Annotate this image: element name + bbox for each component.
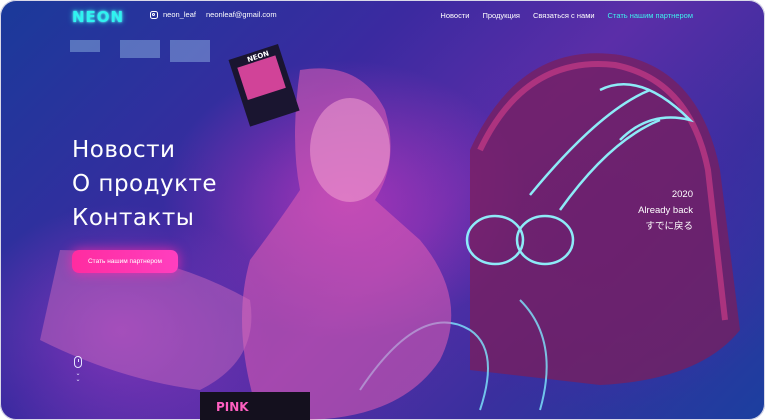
book-prop: NEON [228, 43, 300, 127]
hero-menu: Новости О продукте Контакты [72, 133, 217, 235]
nav-contact[interactable]: Связаться с нами [533, 11, 595, 20]
email-link[interactable]: neonleaf@gmail.com [206, 10, 277, 19]
person-figure [40, 68, 452, 420]
nav-news[interactable]: Новости [440, 11, 469, 20]
logo[interactable]: NEON [72, 8, 124, 26]
nav-products[interactable]: Продукция [482, 11, 520, 20]
japanese-tagline: すでに戻る [645, 221, 693, 232]
side-caption: 2020 Already back すでに戻る [638, 187, 693, 235]
background-neon-bars [70, 40, 210, 62]
chevron-down-icon: ⌄ ⌄ [75, 370, 81, 383]
tagline: Already back [638, 205, 693, 216]
instagram-link[interactable]: neon_leaf [150, 10, 196, 19]
hero-link-contacts[interactable]: Контакты [72, 201, 217, 235]
site-header: NEON neon_leaf neonleaf@gmail.com Новост… [0, 0, 765, 32]
email-address: neonleaf@gmail.com [206, 10, 277, 19]
year-label: 2020 [671, 189, 693, 200]
scroll-indicator[interactable]: ⌄ ⌄ [74, 356, 82, 383]
mouse-icon [74, 356, 82, 368]
main-nav: Новости Продукция Связаться с нами Стать… [440, 11, 693, 20]
hero-link-about-product[interactable]: О продукте [72, 167, 217, 201]
become-partner-button[interactable]: Стать нашим партнером [72, 250, 178, 273]
instagram-icon [150, 10, 158, 19]
hero-link-news[interactable]: Новости [72, 133, 217, 167]
svg-text:PINK: PINK [216, 400, 249, 414]
instagram-handle: neon_leaf [163, 10, 196, 19]
nav-become-partner[interactable]: Стать нашим партнером [608, 11, 693, 20]
hero-frame: NEON PINK NEON neon_leaf neonleaf@gmail.… [0, 0, 765, 420]
